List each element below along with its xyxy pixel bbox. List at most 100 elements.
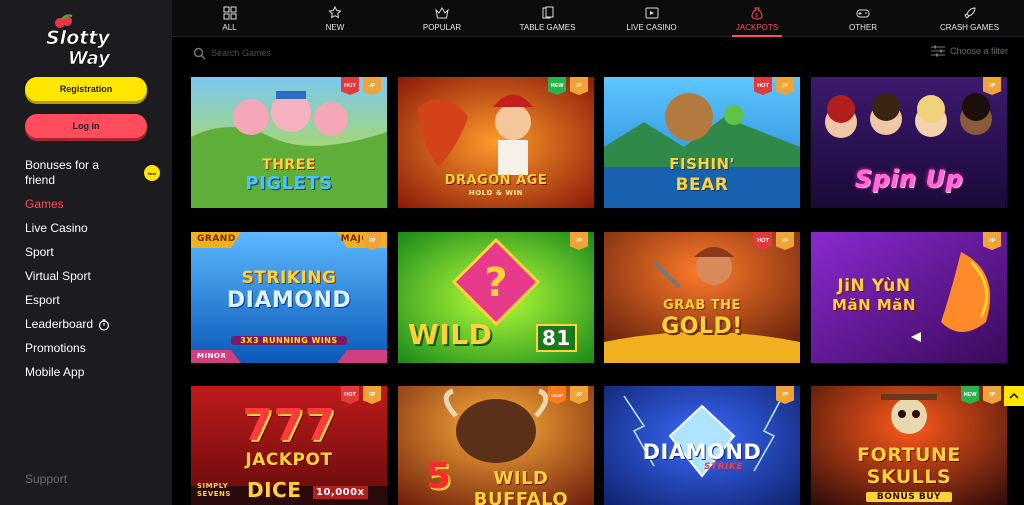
badge-group: NEW JP: [961, 386, 1001, 404]
live-icon: [645, 7, 658, 18]
sidebar-item-games[interactable]: Games: [25, 197, 160, 212]
tab-new[interactable]: NEW: [320, 0, 350, 37]
game-card-grab-the-gold[interactable]: GRAB THE GOLD! HOT JP: [604, 232, 800, 363]
sidebar-item-label: Promotions: [25, 341, 86, 355]
grand-label: GRAND: [197, 234, 236, 244]
tab-jackpots[interactable]: $ JACKPOTS: [732, 0, 782, 37]
tab-live-casino[interactable]: LIVE CASINO: [624, 0, 679, 37]
rocket-icon: [963, 6, 976, 19]
game-title: FISHIN': [669, 155, 735, 173]
sidebar-item-promotions[interactable]: Promotions: [25, 341, 160, 356]
badge-group: HOT JP: [754, 232, 794, 250]
game-subtitle: HOLD & WIN: [468, 189, 524, 197]
scroll-to-top-button[interactable]: [1004, 386, 1024, 406]
hot-badge: HOT: [754, 77, 772, 95]
badge-group: JP: [776, 386, 794, 404]
sidebar-item-bonuses[interactable]: Bonuses for a friend New: [25, 158, 160, 188]
sidebar-item-live-casino[interactable]: Live Casino: [25, 221, 160, 236]
tab-label: LIVE CASINO: [626, 22, 677, 32]
game-title: Spin Up: [854, 165, 964, 193]
sidebar-item-label: Virtual Sport: [25, 269, 91, 283]
game-card-dragon-age[interactable]: DRAGON AGE HOLD & WIN NEW JP: [398, 77, 594, 208]
sidebar-item-virtual-sport[interactable]: Virtual Sport: [25, 269, 160, 284]
support-link[interactable]: Support: [25, 472, 67, 486]
game-card-three-piglets[interactable]: THREE PIGLETS HOT JP: [191, 77, 387, 208]
game-card-spin-up[interactable]: Spin Up JP: [811, 77, 1007, 208]
game-title: STRIKING: [241, 268, 337, 288]
new-icon: [328, 5, 342, 18]
badge-group: DROP JP: [548, 386, 588, 404]
jackpot-badge: JP: [776, 77, 794, 95]
game-tagline: 3X3 RUNNING WINS: [231, 336, 347, 345]
game-multiplier: 10,000x: [313, 486, 368, 499]
jackpot-badge: JP: [983, 386, 1001, 404]
game-card-fortune-skulls[interactable]: FORTUNE SKULLS BONUS BUY NEW JP: [811, 386, 1007, 505]
sidebar-item-esport[interactable]: Esport: [25, 293, 160, 308]
game-title: WILD: [408, 318, 493, 351]
filter-button[interactable]: Choose a filter: [931, 45, 1008, 57]
drop-badge: DROP: [548, 386, 566, 404]
game-subtitle: STRIKE: [704, 462, 744, 472]
jackpot-badge: JP: [363, 77, 381, 95]
cards-icon: [542, 6, 553, 18]
tab-other[interactable]: OTHER: [847, 0, 879, 37]
game-tagline: BONUS BUY: [866, 492, 952, 502]
badge-group: JP: [570, 232, 588, 250]
sidebar-item-leaderboard[interactable]: Leaderboard: [25, 317, 160, 332]
jackpot-badge: JP: [570, 386, 588, 404]
tab-label: ALL: [222, 22, 237, 32]
game-subtitle: SKULLS: [866, 466, 952, 488]
chevron-up-icon: [1009, 392, 1019, 399]
tab-crash-games[interactable]: CRASH GAMES: [937, 0, 1002, 37]
jackpot-badge: JP: [363, 386, 381, 404]
game-card-fishin-bear[interactable]: FISHIN' BEAR HOT JP: [604, 77, 800, 208]
svg-text:?: ?: [484, 260, 507, 306]
slottyway-logo[interactable]: Slotty Way: [38, 14, 130, 70]
jackpot-badge: JP: [570, 77, 588, 95]
sidebar-nav: Bonuses for a friend New Games Live Casi…: [25, 158, 160, 389]
game-subtitle: BEAR: [675, 175, 729, 195]
sliders-icon: [931, 45, 945, 57]
jackpot-badge: JP: [983, 77, 1001, 95]
game-subtitle: DIAMOND: [226, 288, 352, 313]
new-badge: NEW: [548, 77, 566, 95]
game-card-5-wild-buffalo[interactable]: 5 WILD BUFFALO DROP JP: [398, 386, 594, 505]
jackpot-badge: JP: [363, 232, 381, 250]
search-input[interactable]: [211, 48, 471, 58]
badge-group: JP: [363, 232, 381, 250]
game-title: GRAB THE: [663, 298, 741, 313]
game-card-diamond-strike[interactable]: DIAMOND STRIKE JP: [604, 386, 800, 505]
hot-badge: HOT: [341, 77, 359, 95]
badge-group: HOT JP: [754, 77, 794, 95]
jackpot-badge: JP: [776, 232, 794, 250]
sidebar-item-sport[interactable]: Sport: [25, 245, 160, 260]
grid-icon: [223, 6, 236, 19]
login-button[interactable]: Log in: [25, 114, 147, 138]
game-title: DRAGON AGE: [444, 173, 548, 188]
sidebar-item-label: Bonuses for a friend: [25, 158, 100, 187]
sidebar-item-label: Esport: [25, 293, 60, 307]
tab-label: POPULAR: [422, 22, 462, 32]
new-badge: NEW: [961, 386, 979, 404]
badge-group: JP: [983, 77, 1001, 95]
sidebar: Slotty Way Registration Log in Bonuses f…: [0, 0, 172, 505]
badge-group: NEW JP: [548, 77, 588, 95]
game-title: DIAMOND: [642, 440, 762, 464]
game-title: THREE: [262, 157, 316, 173]
tab-all[interactable]: ALL: [212, 0, 247, 37]
logo-line1: Slotty: [46, 27, 111, 49]
jackpot-badge: JP: [776, 386, 794, 404]
registration-button[interactable]: Registration: [25, 77, 147, 101]
game-card-striking-diamond[interactable]: GRAND MAJOR MINOR STRIKING DIAMOND 3X3 R…: [191, 232, 387, 363]
tab-popular[interactable]: POPULAR: [417, 0, 467, 37]
game-number: 81: [536, 324, 577, 352]
game-card-jin-yun-man-man[interactable]: JiN YùN MăN MăN JP: [811, 232, 1007, 363]
sidebar-item-mobile-app[interactable]: Mobile App: [25, 365, 160, 380]
game-card-wild-81[interactable]: ? WILD 81 JP: [398, 232, 594, 363]
sidebar-item-label: Sport: [25, 245, 54, 259]
jackpot-badge: JP: [983, 232, 1001, 250]
tab-label: TABLE GAMES: [519, 22, 576, 32]
sidebar-item-label: Mobile App: [25, 365, 85, 379]
game-card-777-jackpot-dice[interactable]: 777 JACKPOT SIMPLY SEVENS DICE 10,000x H…: [191, 386, 387, 505]
tab-table-games[interactable]: TABLE GAMES: [515, 0, 580, 37]
